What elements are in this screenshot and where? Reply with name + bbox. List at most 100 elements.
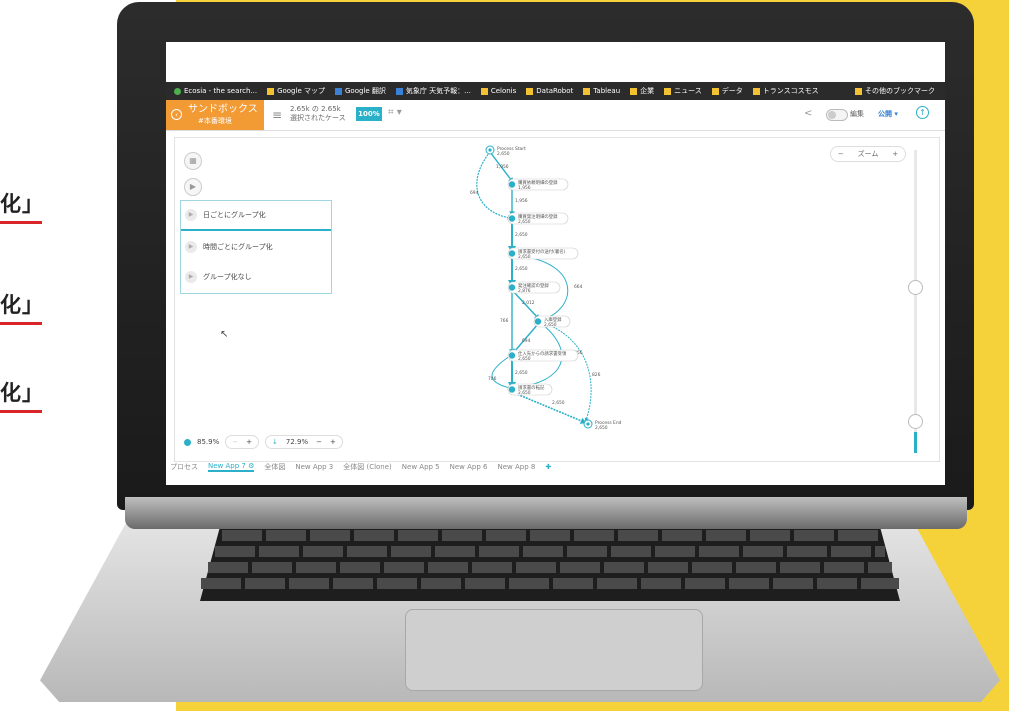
activity-node[interactable]: 購買発注明細の登録 2,650 — [507, 212, 569, 225]
bottom-controls: 85.9% − + ↓ 72.9% − + — [184, 435, 343, 449]
activity-node[interactable]: 請求書受付の送付(署名) 2,650 — [507, 247, 579, 260]
bookmark-ecosia[interactable]: Ecosia - the search... — [174, 87, 257, 95]
publish-button[interactable]: 公開 ▾ — [878, 109, 898, 119]
edge — [512, 323, 539, 355]
svg-text:請求書受付の送付(署名): 請求書受付の送付(署名) — [518, 248, 566, 255]
activities-decrease-button[interactable]: − — [232, 438, 238, 446]
laptop-hinge — [125, 497, 967, 529]
selected-cases: 2.65k の 2.65k 選択されたケース — [290, 105, 346, 122]
edge-label: 826 — [592, 372, 601, 378]
folder-icon — [752, 87, 760, 95]
bookmark-company[interactable]: 企業 — [630, 86, 654, 96]
grouping-panel: ▶ 日ごとにグループ化 ▶ 時間ごとにグループ化 ▶ グループ化なし — [180, 200, 332, 294]
add-tab-button[interactable]: ✚ — [545, 463, 551, 471]
key-row — [222, 530, 878, 541]
play-button[interactable]: ▶ — [184, 178, 202, 196]
svg-text:発注確認の登録: 発注確認の登録 — [518, 282, 549, 289]
slider-fill — [914, 432, 917, 453]
red-underline — [0, 221, 42, 224]
zoom-label: ズーム — [857, 150, 879, 158]
process-graph: 1,956 694 1,956 2,650 2,650 664 2,012 76… — [470, 145, 622, 431]
zoom-control: − ズーム + — [830, 146, 906, 162]
left-caption-2: 化」 — [0, 289, 44, 325]
laptop-screen: Ecosia - the search... Google マップ Google… — [166, 42, 945, 485]
bookmark-news[interactable]: ニュース — [664, 86, 702, 96]
bookmark-google-maps[interactable]: Google マップ — [267, 86, 325, 96]
node-dot — [508, 250, 516, 257]
zoom-out-button[interactable]: − — [838, 150, 844, 158]
back-icon[interactable]: ‹ — [171, 109, 182, 120]
tab-new-app-6[interactable]: New App 6 — [450, 463, 488, 471]
svg-text:2,876: 2,876 — [518, 288, 531, 294]
left-caption-text: 化」 — [0, 381, 44, 405]
tab-process[interactable]: プロセス — [170, 462, 198, 472]
menu-icon[interactable]: ≡ — [272, 108, 282, 122]
svg-text:2,650: 2,650 — [518, 356, 531, 362]
activity-node[interactable]: 入庫登録 2,650 — [533, 315, 571, 328]
connections-percent: 72.9% — [285, 438, 309, 446]
left-caption-1: 化」 — [0, 188, 44, 224]
node-dot — [508, 352, 516, 359]
connections-control: ↓ 72.9% − + — [265, 435, 343, 449]
edge-label: 1,956 — [515, 198, 528, 204]
gear-icon[interactable]: ⚙ — [248, 462, 254, 470]
activity-node[interactable]: 仕入先からの請求書受領 2,650 — [507, 349, 579, 362]
mouse-cursor-icon: ↖ — [220, 329, 229, 340]
tab-overview-clone[interactable]: 全体図 (Clone) — [343, 462, 392, 472]
sandbox-badge[interactable]: ‹ サンドボックス #本番環境 — [166, 100, 264, 130]
bookmark-weather[interactable]: 気象庁 天気予報：... — [395, 86, 471, 96]
svg-text:1,956: 1,956 — [518, 185, 531, 191]
activities-increase-button[interactable]: + — [246, 438, 252, 446]
layout-icon[interactable]: ▦ — [184, 152, 202, 170]
node-dot — [508, 386, 516, 393]
svg-text:入庫登録: 入庫登録 — [544, 316, 562, 323]
edit-label: 編集 — [850, 110, 864, 118]
tab-new-app-5[interactable]: New App 5 — [402, 463, 440, 471]
connections-decrease-button[interactable]: − — [316, 438, 322, 446]
activity-node[interactable]: 請求書の転記 2,650 — [507, 383, 553, 396]
bookmark-transcosmos[interactable]: トランスコスモス — [752, 86, 819, 96]
svg-text:2,650: 2,650 — [518, 390, 531, 396]
weather-icon — [395, 87, 403, 95]
bookmark-tableau[interactable]: Tableau — [583, 87, 620, 95]
upload-icon[interactable]: ↑ — [916, 106, 929, 119]
sandbox-title: サンドボックス — [188, 104, 258, 115]
svg-text:2,650: 2,650 — [518, 219, 531, 225]
tab-overview[interactable]: 全体図 — [264, 462, 285, 472]
edge — [476, 151, 513, 220]
tab-new-app-8[interactable]: New App 8 — [498, 463, 536, 471]
share-icon[interactable]: < — [804, 108, 812, 119]
bookmark-celonis[interactable]: Celonis — [480, 87, 516, 95]
play-icon: ▶ — [185, 209, 197, 221]
activity-node[interactable]: 購買依頼明細の登録 1,956 — [507, 178, 569, 191]
bookmark-datarobot[interactable]: DataRobot — [526, 87, 573, 95]
group-by-day[interactable]: ▶ 日ごとにグループ化 — [181, 201, 331, 231]
edge — [491, 355, 512, 390]
trackpad — [405, 609, 703, 691]
zoom-in-button[interactable]: + — [892, 150, 898, 158]
bookmark-other[interactable]: その他のブックマーク — [855, 86, 935, 96]
tab-new-app-3[interactable]: New App 3 — [295, 463, 333, 471]
filter-icon[interactable]: ⌗ ▾ — [388, 107, 402, 118]
activity-node[interactable]: 発注確認の登録 2,876 — [507, 281, 561, 294]
edge-label: 1,956 — [496, 164, 509, 170]
folder-icon — [630, 87, 638, 95]
process-end-count: 2,650 — [595, 425, 608, 431]
activities-slider-thumb[interactable] — [908, 414, 923, 429]
connections-slider-thumb[interactable] — [908, 280, 923, 295]
translate-icon — [334, 87, 342, 95]
bookmark-google-translate[interactable]: Google 翻訳 — [334, 86, 386, 96]
tab-new-app-7[interactable]: New App 7 ⚙ — [208, 462, 255, 472]
folder-icon — [664, 87, 672, 95]
group-by-hour[interactable]: ▶ 時間ごとにグループ化 — [181, 232, 331, 262]
connections-arrow-icon: ↓ — [272, 438, 278, 446]
connections-increase-button[interactable]: + — [330, 438, 336, 446]
edge-label: 766 — [500, 318, 509, 324]
edit-toggle[interactable] — [826, 109, 848, 121]
edge-label: 2,012 — [522, 300, 535, 306]
bookmark-data[interactable]: データ — [711, 86, 743, 96]
group-none[interactable]: ▶ グループ化なし — [181, 262, 331, 292]
activities-percent: 85.9% — [197, 438, 220, 446]
red-underline — [0, 410, 42, 413]
process-start-count: 2,650 — [497, 151, 510, 157]
